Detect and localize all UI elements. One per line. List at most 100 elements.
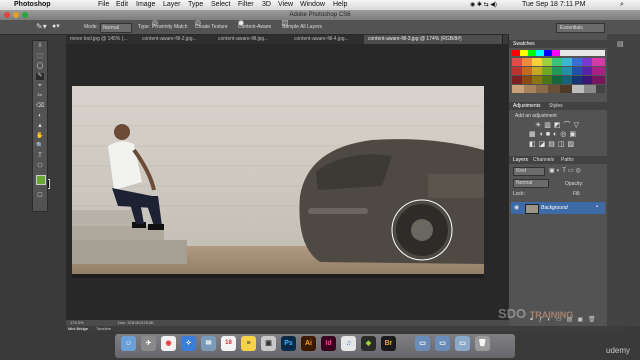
window-titlebar: Adobe Photoshop CS6 xyxy=(0,10,640,20)
add-adjustment-label: Add an adjustment xyxy=(515,113,557,119)
downloads-icon[interactable]: ▭ xyxy=(435,336,450,351)
tab-channels[interactable]: Channels xyxy=(533,156,554,164)
workspace-select[interactable]: Essentials xyxy=(556,23,605,33)
fill-label: Fill: xyxy=(573,191,581,197)
status-icons[interactable]: ◉ ✱ ⇆ ◀) xyxy=(470,0,497,10)
menu-help[interactable]: Help xyxy=(333,0,347,10)
photoshop-icon[interactable]: Ps xyxy=(281,336,296,351)
menu-view[interactable]: View xyxy=(278,0,293,10)
panel-dock-strip: ▤ xyxy=(607,34,640,326)
chrome-icon[interactable]: ◉ xyxy=(161,336,176,351)
minimize-icon[interactable] xyxy=(13,12,19,18)
swatches-grid[interactable] xyxy=(512,50,605,96)
foreground-color-swatch[interactable] xyxy=(36,175,46,185)
dodge-tool-icon[interactable]: ◐ xyxy=(36,113,44,120)
udemy-watermark: udemy xyxy=(606,346,631,355)
indesign-icon[interactable]: Id xyxy=(321,336,336,351)
panel-dock-icon[interactable]: ▤ xyxy=(617,40,624,48)
tab-styles[interactable]: Styles xyxy=(549,102,563,110)
menu-file[interactable]: File xyxy=(98,0,109,10)
adjustment-icons-row-3[interactable]: ◧◪▤◫▨ xyxy=(529,140,577,148)
menu-select[interactable]: Select xyxy=(211,0,230,10)
layer-thumbnail xyxy=(525,204,539,214)
shape-tool-icon[interactable]: ⬠ xyxy=(36,163,44,170)
menu-window[interactable]: Window xyxy=(300,0,325,10)
layer-filter-icons[interactable]: ▣◐T▭◎ xyxy=(549,167,583,174)
mac-dock: ☺ ✈ ◉ ✧ ✉ 18 ≡ ▣ Ps Ai Id ♫ ◆ Br ▭ ▭ ▭ 🗑 xyxy=(115,331,515,360)
trash-icon[interactable]: 🗑 xyxy=(475,336,490,351)
layer-filter-select[interactable]: Kind xyxy=(513,167,545,176)
layer-name[interactable]: Background xyxy=(541,204,568,212)
zoom-tool-icon[interactable]: 🔍 xyxy=(36,143,44,150)
watermark-logo: SDO TRAINING xyxy=(498,306,574,321)
quick-mask-icon[interactable]: ☐ xyxy=(36,193,44,200)
hand-tool-icon[interactable]: ✋ xyxy=(36,133,44,140)
tab-swatches[interactable]: Swatches xyxy=(513,40,535,48)
calendar-icon[interactable]: 18 xyxy=(221,336,236,351)
eyedropper-tool-icon[interactable]: ⌖ xyxy=(36,83,44,90)
bridge-icon[interactable]: Br xyxy=(381,336,396,351)
opacity-label: Opacity: xyxy=(565,181,584,187)
tab-timeline[interactable]: Timeline xyxy=(96,326,111,331)
layer-row-background[interactable]: ◉ Background ▪ xyxy=(511,202,605,214)
crop-tool-icon[interactable]: ✂ xyxy=(36,93,44,100)
adjustment-icons-row-1[interactable]: ☀▥◩⌒▽ xyxy=(535,120,582,130)
spot-healing-brush-icon[interactable]: ✎▾ xyxy=(36,20,47,34)
documents-icon[interactable]: ▭ xyxy=(455,336,470,351)
menu-app-name[interactable]: Photoshop xyxy=(14,0,51,10)
mode-select[interactable]: Normal xyxy=(100,23,133,33)
launchpad-icon[interactable]: ✈ xyxy=(141,336,156,351)
swatch-colors xyxy=(512,50,605,93)
type-tool-icon[interactable]: T xyxy=(36,153,44,160)
close-icon[interactable] xyxy=(4,12,10,18)
image-canvas[interactable] xyxy=(72,86,484,278)
move-tool-icon[interactable]: ⇳ xyxy=(36,43,44,50)
mail-icon[interactable]: ✉ xyxy=(201,336,216,351)
tab-adjustments[interactable]: Adjustments xyxy=(513,102,541,110)
tab-content-aware-fill[interactable]: content-aware-fill.jpg... xyxy=(214,35,291,44)
folder-icon[interactable]: ▭ xyxy=(415,336,430,351)
layers-panel-header: Layers Channels Paths xyxy=(509,156,608,164)
healing-brush-tool-icon[interactable]: ✎ xyxy=(36,73,44,80)
eraser-tool-icon[interactable]: ⌫ xyxy=(36,103,44,110)
notes-icon[interactable]: ≡ xyxy=(241,336,256,351)
itunes-icon[interactable]: ♫ xyxy=(341,336,356,351)
options-bar: ✎▾ ●▾ Mode: Normal Type: Proximity Match… xyxy=(0,20,640,35)
menubar-clock[interactable]: Tue Sep 18 7:11 PM xyxy=(522,0,585,10)
finder-icon[interactable]: ☺ xyxy=(121,336,136,351)
menu-type[interactable]: Type xyxy=(188,0,203,10)
app-store-icon[interactable]: ◆ xyxy=(361,336,376,351)
tab-mini-bridge[interactable]: Mini Bridge xyxy=(68,326,88,331)
swatches-panel-header: Swatches xyxy=(509,40,608,48)
menu-layer[interactable]: Layer xyxy=(163,0,181,10)
menu-image[interactable]: Image xyxy=(136,0,155,10)
marquee-tool-icon[interactable]: ⬚ xyxy=(36,53,44,60)
layer-visibility-eye-icon[interactable]: ◉ xyxy=(514,204,519,211)
illustrator-icon[interactable]: Ai xyxy=(301,336,316,351)
menu-filter[interactable]: Filter xyxy=(238,0,254,10)
right-panels: Swatches Adjustments Styles Add an adjus… xyxy=(508,34,608,326)
tab-paths[interactable]: Paths xyxy=(561,156,574,164)
adjustment-icons-row-2[interactable]: ▦◑■◐◎▣ xyxy=(529,130,579,138)
tab-content-aware-fill-3[interactable]: content-aware-fill-3.jpg @ 174% (RGB/8#) xyxy=(364,35,503,44)
brush-preset-icon[interactable]: ●▾ xyxy=(52,20,60,34)
tab-move-tool[interactable]: move tool.jpg @ 145% (... xyxy=(66,35,139,44)
preview-icon[interactable]: ▣ xyxy=(261,336,276,351)
blend-mode-select[interactable]: Normal xyxy=(513,179,549,188)
document-tabs: move tool.jpg @ 145% (... content-aware-… xyxy=(66,35,506,44)
photo-man-and-car xyxy=(72,86,484,278)
tab-content-aware-fill-4[interactable]: content-aware-fill-4.jpg... xyxy=(290,35,367,44)
zoom-icon[interactable] xyxy=(22,12,28,18)
tools-panel: ⇳ ⬚ ◯ ✎ ⌖ ✂ ⌫ ◐ ▲ ✋ 🔍 T ⬠ ☐ xyxy=(32,40,50,212)
tab-content-aware-fill-2[interactable]: content-aware-fill-2.jpg... xyxy=(138,35,215,44)
safari-icon[interactable]: ✧ xyxy=(181,336,196,351)
pen-tool-icon[interactable]: ▲ xyxy=(36,123,44,130)
spotlight-icon[interactable]: ⌕ xyxy=(620,0,624,10)
menu-3d[interactable]: 3D xyxy=(262,0,271,10)
adjustments-panel-header: Adjustments Styles xyxy=(509,102,608,110)
window-title: Adobe Photoshop CS6 xyxy=(289,12,351,18)
tab-layers[interactable]: Layers xyxy=(513,156,528,164)
layer-lock-icon: ▪ xyxy=(596,204,599,210)
lasso-tool-icon[interactable]: ◯ xyxy=(36,63,44,70)
menu-edit[interactable]: Edit xyxy=(116,0,128,10)
